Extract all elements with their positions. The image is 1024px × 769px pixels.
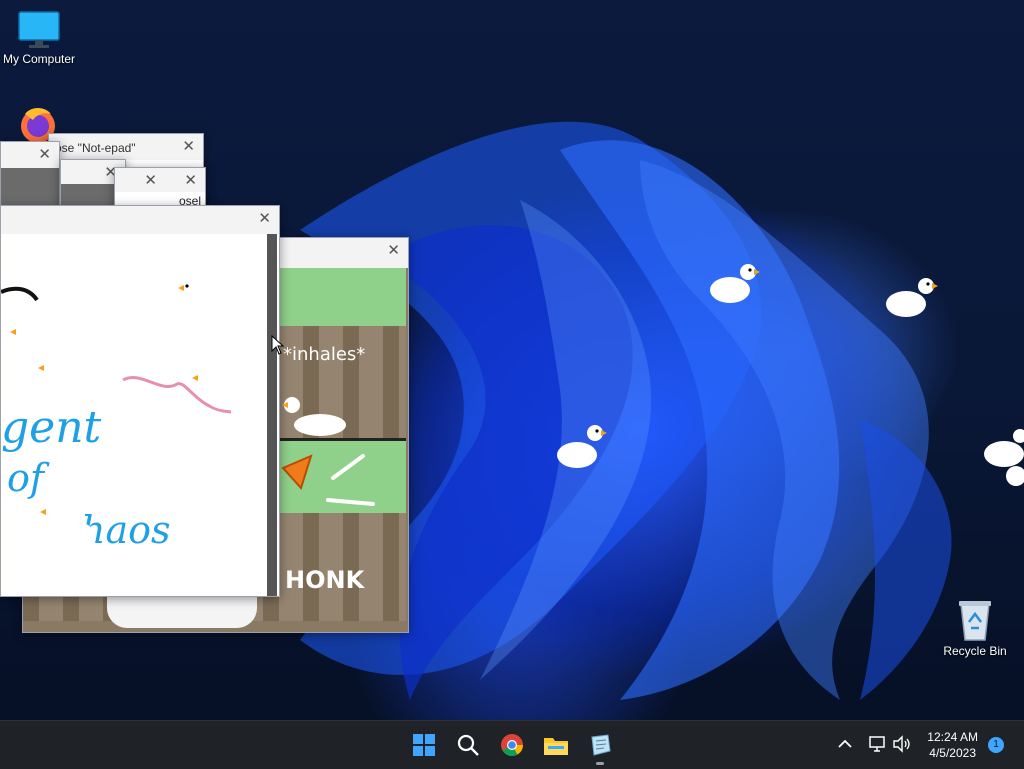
recycle-bin-icon (959, 601, 991, 641)
goose-icon[interactable] (190, 368, 260, 422)
clock-date: 4/5/2023 (929, 746, 976, 760)
close-icon[interactable]: ✕ (184, 173, 197, 189)
start-button[interactable] (408, 729, 440, 761)
goose-icon[interactable] (36, 358, 98, 410)
notepad-icon (591, 734, 611, 756)
system-clock[interactable]: 12:24 AM 4/5/2023 (927, 729, 978, 761)
goose-icon[interactable] (280, 395, 350, 443)
notepad-window-back-2[interactable]: ✕ (0, 141, 60, 213)
close-icon[interactable]: ✕ (387, 243, 400, 259)
volume-button[interactable] (892, 735, 912, 758)
goose-icon[interactable] (882, 274, 940, 328)
close-icon[interactable]: ✕ (182, 139, 195, 155)
search-button[interactable] (452, 729, 484, 761)
recycle-bin-desktop-icon[interactable]: Recycle Bin (933, 598, 1017, 658)
file-explorer-icon (544, 738, 568, 755)
notification-badge[interactable]: 1 (988, 737, 1004, 753)
network-icon (869, 736, 885, 752)
close-icon[interactable]: ✕ (258, 211, 271, 227)
close-icon[interactable]: ✕ (144, 173, 157, 189)
drawing-scrollbar[interactable] (267, 234, 277, 596)
mouse-cursor-icon (271, 335, 285, 355)
recycle-bin-label: Recycle Bin (943, 644, 1007, 658)
file-explorer-taskbar-button[interactable] (540, 729, 572, 761)
notepad-taskbar-button[interactable] (584, 729, 616, 765)
honk-caption: HONK (285, 566, 365, 594)
network-button[interactable] (868, 735, 888, 758)
hidden-icons-button[interactable] (836, 735, 854, 758)
goose-icon[interactable] (38, 502, 98, 558)
goose-icon[interactable] (176, 276, 236, 332)
chrome-icon (501, 734, 523, 756)
my-computer-label: My Computer (2, 52, 76, 66)
goose-icon[interactable] (980, 424, 1024, 490)
search-icon (457, 734, 479, 756)
my-computer-desktop-icon[interactable]: My Computer (0, 10, 81, 66)
clock-time: 12:24 AM (927, 730, 978, 744)
monitor-icon (18, 11, 60, 48)
window-titlebar: ✕ (1, 206, 279, 234)
chrome-taskbar-button[interactable] (496, 729, 528, 761)
chevron-up-icon (838, 739, 852, 748)
volume-icon (893, 735, 910, 753)
goose-icon[interactable] (706, 260, 762, 314)
close-icon[interactable]: ✕ (38, 147, 51, 163)
goose-icon[interactable] (553, 421, 611, 477)
window-title: ose "Not-epad" (55, 141, 136, 155)
window-titlebar: ose "Not-epad" ✕ (49, 134, 203, 160)
drawing-text-line2: of (7, 456, 44, 500)
inhales-caption: *inhales* (283, 344, 366, 365)
running-indicator (596, 762, 604, 765)
window-titlebar: ✕ (1, 142, 59, 168)
desktop: My Computer Recycle Bin ose "Not-epad" ✕… (0, 0, 1024, 720)
window-titlebar: ✕ ✕ (115, 168, 205, 192)
start-icon (413, 734, 435, 756)
taskbar: 12:24 AM 4/5/2023 1 (0, 720, 1024, 769)
